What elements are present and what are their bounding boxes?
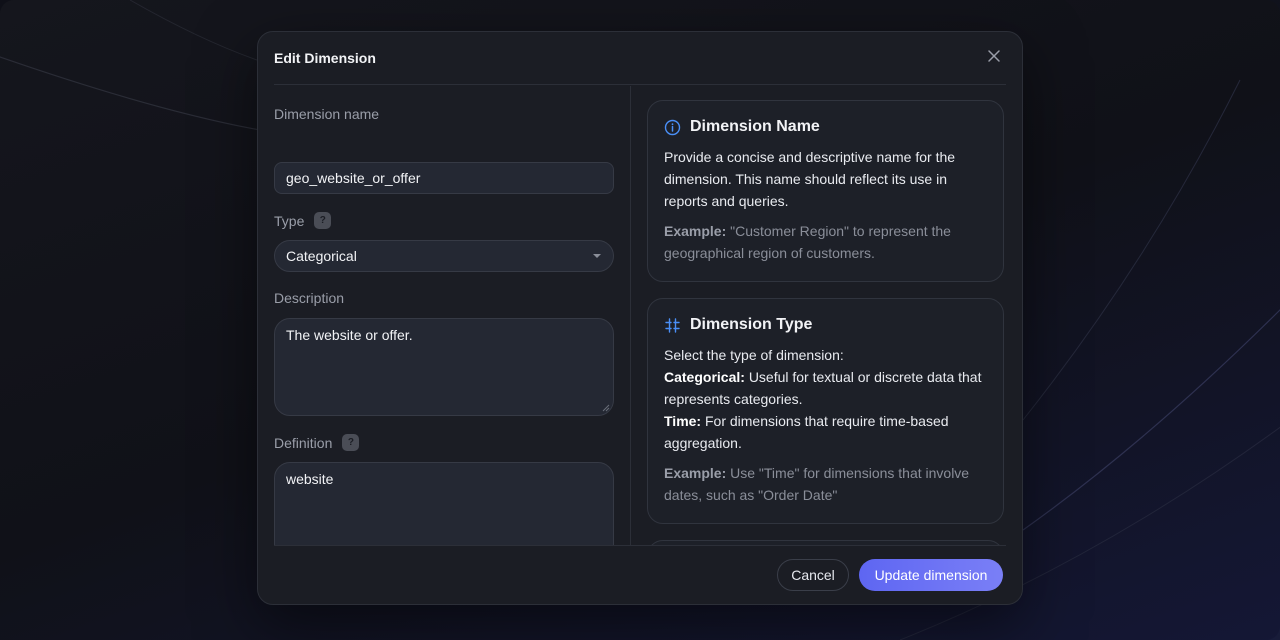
dialog-title: Edit Dimension [274,50,376,66]
form-column: Dimension name geo_website_or_offer Type… [274,86,614,545]
dimension-name-help-example: Example: "Customer Region" to represent … [664,220,987,264]
description-textarea[interactable]: The website or offer. [274,318,614,416]
type-categorical-line: Categorical: Useful for textual or discr… [664,366,987,410]
definition-value: website [286,471,334,487]
type-time-line: Time: For dimensions that require time-b… [664,410,987,454]
example-label: Example: [664,223,727,239]
dialog-header: Edit Dimension [274,32,1006,85]
definition-textarea[interactable]: website [274,462,614,545]
dimension-name-label-text: Dimension name [274,106,380,122]
dimension-type-help-title-text: Dimension Type [690,316,813,333]
description-label-text: Description [274,290,345,306]
help-column[interactable]: Dimension Name Provide a concise and des… [647,100,1004,545]
cancel-button[interactable]: Cancel [777,559,849,591]
description-label: Description [274,290,344,306]
dimension-name-help-body: Provide a concise and descriptive name f… [664,149,956,209]
dialog-footer: Cancel Update dimension [274,545,1006,605]
type-select-value: Categorical [286,248,357,264]
dimension-type-help-title: Dimension Type [664,316,987,334]
dimension-type-icon [665,317,680,333]
close-icon [988,50,1000,62]
type-label-text: Type [274,212,305,229]
time-text: For dimensions that require time-based a… [664,413,949,451]
type-select[interactable]: Categorical [274,240,614,272]
column-divider [630,86,631,545]
time-label: Time: [664,413,702,429]
resize-grip-icon[interactable] [602,404,610,412]
example-label: Example: [664,465,727,481]
dimension-name-help-title: Dimension Name [664,118,987,136]
type-label: Type ? [274,212,332,229]
update-dimension-button[interactable]: Update dimension [859,559,1003,591]
dimension-name-value: geo_website_or_offer [286,170,421,186]
definition-label: Definition ? [274,434,360,451]
dimension-type-help-example: Example: Use "Time" for dimensions that … [664,462,987,506]
dimension-type-help-card: Dimension Type Select the type of dimens… [647,298,1004,524]
info-icon [664,119,681,135]
definition-help-icon[interactable]: ? [342,434,360,451]
dimension-name-input[interactable]: geo_website_or_offer [274,162,614,194]
dimension-name-label: Dimension name [274,106,379,122]
type-help-icon[interactable]: ? [314,212,332,229]
dimension-name-help-title-text: Dimension Name [690,118,820,135]
definition-label-text: Definition [274,434,333,451]
dimension-name-help-card: Dimension Name Provide a concise and des… [647,100,1004,282]
categorical-label: Categorical: [664,369,745,385]
type-intro: Select the type of dimension: [664,347,844,363]
edit-dimension-dialog: Edit Dimension Dimension name geo_websit… [257,31,1023,605]
chevron-down-icon [593,254,601,258]
close-button[interactable] [984,46,1004,66]
dimension-type-help-body: Select the type of dimension: Categorica… [664,344,987,454]
description-value: The website or offer. [286,327,413,343]
